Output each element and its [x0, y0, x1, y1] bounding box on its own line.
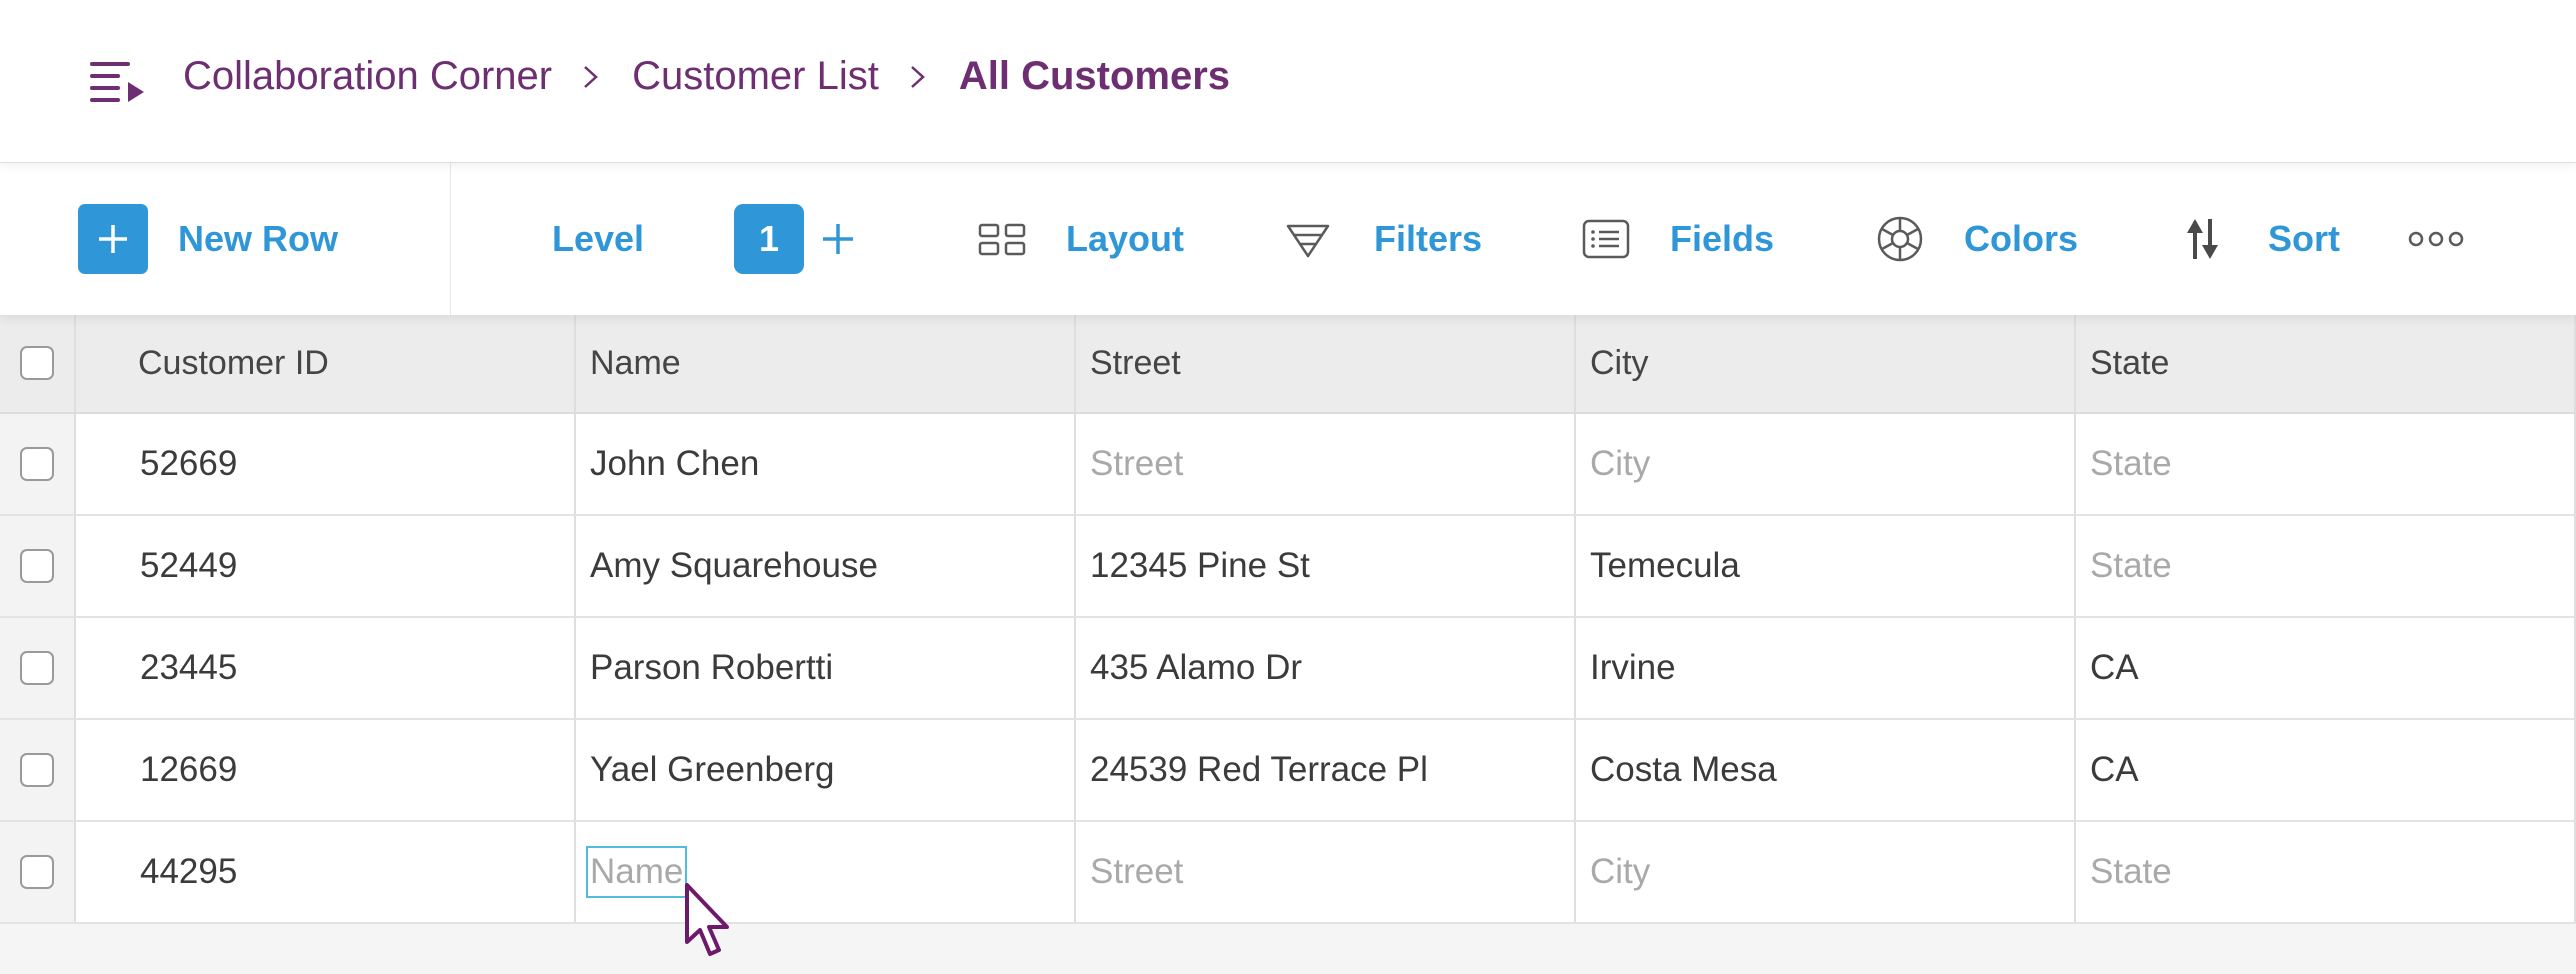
city-cell[interactable]: Irvine	[1576, 618, 2076, 718]
state-cell[interactable]: State	[2076, 414, 2576, 514]
row-checkbox[interactable]	[20, 447, 54, 481]
state-cell[interactable]: State	[2076, 516, 2576, 616]
customer-id-cell[interactable]: 23445	[76, 618, 576, 718]
row-checkbox[interactable]	[20, 549, 54, 583]
column-header-customer-id[interactable]: Customer ID	[76, 314, 576, 412]
layout-button[interactable]: Layout	[978, 163, 1184, 315]
row-checkbox[interactable]	[20, 651, 54, 685]
table-row[interactable]: 52449 Amy Squarehouse 12345 Pine St Teme…	[0, 516, 2576, 618]
row-checkbox[interactable]	[20, 753, 54, 787]
add-level-icon[interactable]	[818, 219, 858, 259]
column-header-street[interactable]: Street	[1076, 314, 1576, 412]
state-cell[interactable]: CA	[2076, 618, 2576, 718]
column-header-name[interactable]: Name	[576, 314, 1076, 412]
row-select-cell	[0, 516, 76, 616]
name-cell[interactable]: John Chen	[576, 414, 1076, 514]
state-cell[interactable]: State	[2076, 822, 2576, 922]
column-header-city[interactable]: City	[1576, 314, 2076, 412]
breadcrumb: Collaboration Corner Customer List All C…	[183, 54, 1230, 99]
sort-arrows-icon	[2187, 219, 2218, 259]
row-select-cell	[0, 822, 76, 922]
filters-button[interactable]: Filters	[1284, 163, 1482, 315]
city-cell[interactable]: City	[1576, 822, 2076, 922]
customer-id-cell[interactable]: 52669	[76, 414, 576, 514]
name-cell[interactable]: Name	[576, 822, 1076, 922]
name-cell[interactable]: Amy Squarehouse	[576, 516, 1076, 616]
new-row-button[interactable]: New Row	[78, 163, 338, 315]
more-horizontal-icon	[2408, 231, 2464, 247]
select-all-cell	[0, 314, 76, 412]
toolbar: New Row Level 1 Layout Filters Fields Co…	[0, 162, 2576, 315]
toolbar-divider	[450, 163, 451, 315]
street-cell[interactable]: 435 Alamo Dr	[1076, 618, 1576, 718]
row-checkbox[interactable]	[20, 855, 54, 889]
street-cell[interactable]: 24539 Red Terrace Pl	[1076, 720, 1576, 820]
customer-id-cell[interactable]: 52449	[76, 516, 576, 616]
name-input[interactable]: Name	[586, 846, 688, 898]
table-row[interactable]: 44295 Name Street City State	[0, 822, 2576, 924]
city-cell[interactable]: Temecula	[1576, 516, 2076, 616]
name-cell[interactable]: Yael Greenberg	[576, 720, 1076, 820]
filter-icon	[1286, 224, 1330, 258]
city-cell[interactable]: City	[1576, 414, 2076, 514]
name-cell[interactable]: Parson Robertti	[576, 618, 1076, 718]
layout-grid-icon	[978, 223, 1026, 256]
filters-label: Filters	[1374, 218, 1483, 259]
breadcrumb-item-all-customers: All Customers	[958, 54, 1231, 98]
row-select-cell	[0, 720, 76, 820]
new-row-label: New Row	[178, 218, 339, 259]
table-header-row: Customer ID Name Street City State	[0, 314, 2576, 414]
customer-table: Customer ID Name Street City State 52669…	[0, 314, 2576, 924]
customer-id-cell[interactable]: 44295	[76, 822, 576, 922]
column-header-state[interactable]: State	[2076, 314, 2576, 412]
state-cell[interactable]: CA	[2076, 720, 2576, 820]
street-cell[interactable]: Street	[1076, 822, 1576, 922]
chevron-right-icon	[911, 65, 925, 88]
table-row[interactable]: 23445 Parson Robertti 435 Alamo Dr Irvin…	[0, 618, 2576, 720]
layout-label: Layout	[1066, 218, 1185, 259]
header-bar: Collaboration Corner Customer List All C…	[0, 0, 2576, 162]
more-options-button[interactable]	[2408, 163, 2464, 315]
plus-icon	[78, 204, 148, 274]
chevron-right-icon	[584, 65, 598, 88]
color-wheel-icon	[1877, 216, 1923, 262]
level-value-badge[interactable]: 1	[734, 204, 804, 274]
fields-label: Fields	[1670, 218, 1775, 259]
row-select-cell	[0, 414, 76, 514]
level-label: Level	[552, 218, 645, 259]
street-cell[interactable]: 12345 Pine St	[1076, 516, 1576, 616]
customer-id-cell[interactable]: 12669	[76, 720, 576, 820]
mouse-pointer-icon	[685, 883, 729, 956]
level-button[interactable]: Level	[552, 163, 644, 315]
sort-label: Sort	[2268, 218, 2340, 259]
table-row[interactable]: 52669 John Chen Street City State	[0, 414, 2576, 516]
select-all-checkbox[interactable]	[20, 346, 54, 380]
fields-list-icon	[1582, 219, 1630, 259]
collapse-menu-icon[interactable]	[88, 60, 146, 104]
breadcrumb-item-collaboration-corner[interactable]: Collaboration Corner	[183, 54, 552, 99]
breadcrumb-item-customer-list[interactable]: Customer List	[632, 54, 879, 99]
fields-button[interactable]: Fields	[1582, 163, 1774, 315]
sort-button[interactable]: Sort	[2180, 163, 2340, 315]
table-row[interactable]: 12669 Yael Greenberg 24539 Red Terrace P…	[0, 720, 2576, 822]
street-cell[interactable]: Street	[1076, 414, 1576, 514]
city-cell[interactable]: Costa Mesa	[1576, 720, 2076, 820]
colors-label: Colors	[1964, 218, 2079, 259]
row-select-cell	[0, 618, 76, 718]
colors-button[interactable]: Colors	[1876, 163, 2078, 315]
